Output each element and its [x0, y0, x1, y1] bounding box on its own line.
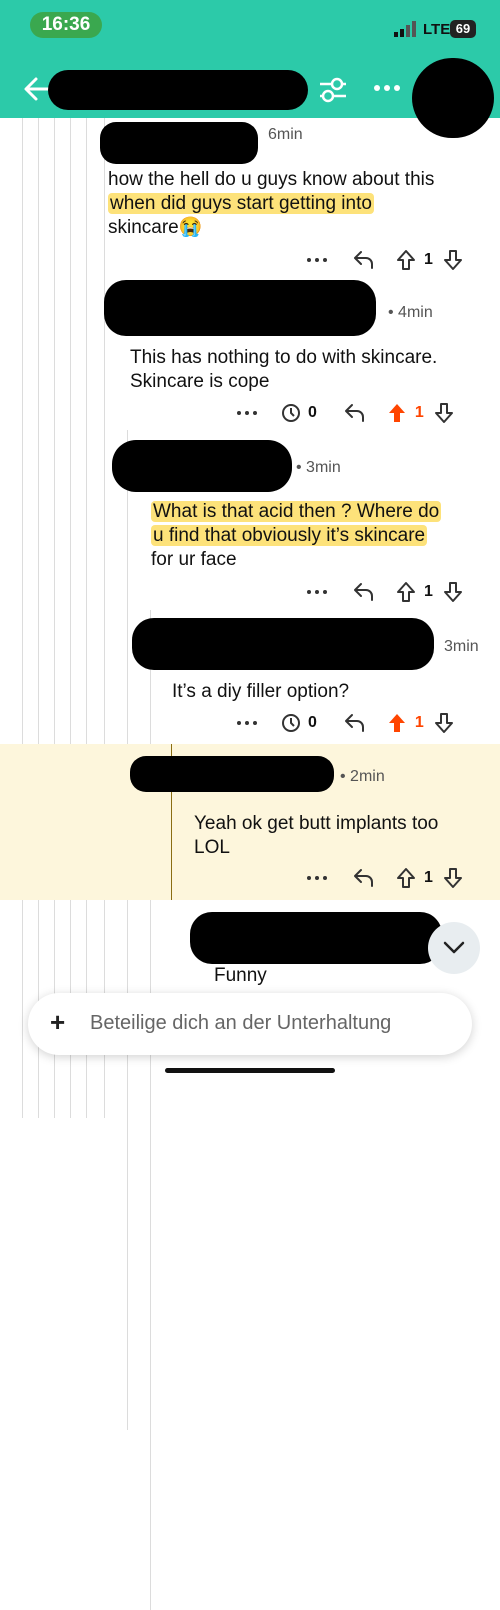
comment-time: 3min	[444, 638, 479, 655]
signal-icon	[394, 21, 416, 37]
comment-body: It’s a diy filler option?	[172, 680, 349, 704]
downvote-icon[interactable]	[443, 249, 463, 271]
comment-time: • 2min	[340, 768, 385, 785]
comment-actions: 1	[306, 580, 463, 604]
username-redacted	[132, 618, 434, 670]
vote-count: 1	[414, 714, 424, 731]
upvote-icon[interactable]	[396, 867, 416, 889]
username-redacted	[130, 756, 334, 792]
thread-line	[86, 118, 87, 1118]
comment-line: Funny	[214, 965, 267, 986]
composer-placeholder[interactable]: Beteilige dich an der Unterhaltung	[90, 1012, 391, 1035]
comment-body: Funny	[214, 964, 267, 988]
comment-line: It’s a diy filler option?	[172, 681, 350, 702]
thread-line	[22, 118, 23, 1118]
avatar[interactable]	[412, 58, 494, 138]
reply-icon[interactable]	[352, 249, 376, 271]
reply-icon[interactable]	[343, 402, 367, 424]
scroll-down-button[interactable]	[428, 922, 480, 974]
app-header: 16:36 LTE 69	[0, 0, 500, 138]
comment-line: for ur face	[151, 549, 237, 570]
upvote-icon[interactable]	[396, 581, 416, 603]
plus-icon[interactable]: +	[50, 1007, 65, 1037]
comment-line: u find that obviously it’s skincare	[151, 525, 428, 546]
community-name-redacted	[48, 70, 308, 110]
comment-body: What is that acid then ? Where do u find…	[151, 500, 442, 572]
reply-icon[interactable]	[343, 712, 367, 734]
award-icon[interactable]	[280, 712, 302, 734]
username-redacted	[112, 440, 292, 492]
comment-time: • 4min	[388, 304, 433, 321]
comment-line: This has nothing to do with skincare.	[130, 347, 438, 368]
upvote-icon-active[interactable]	[387, 712, 407, 734]
award-icon[interactable]	[280, 402, 302, 424]
thread-line	[127, 430, 128, 1430]
comment-line: how the hell do u guys know about this	[108, 169, 435, 190]
thread-line	[104, 118, 105, 1118]
more-dots-icon[interactable]	[236, 408, 258, 418]
thread-line	[38, 118, 39, 1118]
username-redacted	[190, 912, 442, 964]
comment-line: LOL	[194, 837, 230, 858]
more-dots-icon[interactable]	[306, 873, 328, 883]
comment-actions: 1	[306, 248, 463, 272]
thread-line	[70, 118, 71, 1118]
more-dots-icon[interactable]	[306, 587, 328, 597]
upvote-icon-active[interactable]	[387, 402, 407, 424]
upvote-icon[interactable]	[396, 249, 416, 271]
vote-count: 1	[414, 404, 424, 421]
comment-time: 6min	[268, 126, 303, 143]
comment-line: Skincare is cope	[130, 371, 270, 392]
comment-actions: 0 1	[236, 401, 454, 425]
comment-body: This has nothing to do with skincare. Sk…	[130, 346, 437, 394]
more-dots-icon[interactable]	[373, 83, 401, 93]
downvote-icon[interactable]	[443, 581, 463, 603]
more-dots-icon[interactable]	[236, 718, 258, 728]
comment-line: when did guys start getting into	[108, 193, 374, 214]
comment-line: Yeah ok get butt implants too	[194, 813, 439, 834]
award-count: 0	[308, 404, 317, 421]
comment-actions: 1	[306, 866, 463, 890]
comment-line: skincare😭	[108, 217, 203, 238]
comment-time: • 3min	[296, 459, 341, 476]
comment-line: What is that acid then ? Where do	[151, 501, 442, 522]
reply-icon[interactable]	[352, 867, 376, 889]
comment-actions: 0 1	[236, 711, 454, 735]
username-redacted	[100, 122, 258, 164]
vote-count: 1	[424, 583, 433, 600]
vote-count: 1	[424, 869, 433, 886]
reply-icon[interactable]	[352, 581, 376, 603]
username-redacted	[104, 280, 376, 336]
comment-composer[interactable]: + Beteilige dich an der Unterhaltung	[28, 993, 472, 1055]
comment-body: how the hell do u guys know about this w…	[108, 168, 434, 240]
comment-body: Yeah ok get butt implants too LOL	[194, 812, 438, 860]
network-label: LTE	[423, 21, 451, 38]
award-count: 0	[308, 714, 317, 731]
filter-icon[interactable]	[318, 76, 348, 104]
chevron-down-icon	[443, 941, 465, 954]
more-dots-icon[interactable]	[306, 255, 328, 265]
downvote-icon[interactable]	[434, 712, 454, 734]
downvote-icon[interactable]	[434, 402, 454, 424]
battery-icon: 69	[450, 20, 476, 38]
home-indicator	[165, 1068, 335, 1073]
thread-line	[54, 118, 55, 1118]
status-time: 16:36	[30, 12, 102, 38]
vote-count: 1	[424, 251, 433, 268]
downvote-icon[interactable]	[443, 867, 463, 889]
